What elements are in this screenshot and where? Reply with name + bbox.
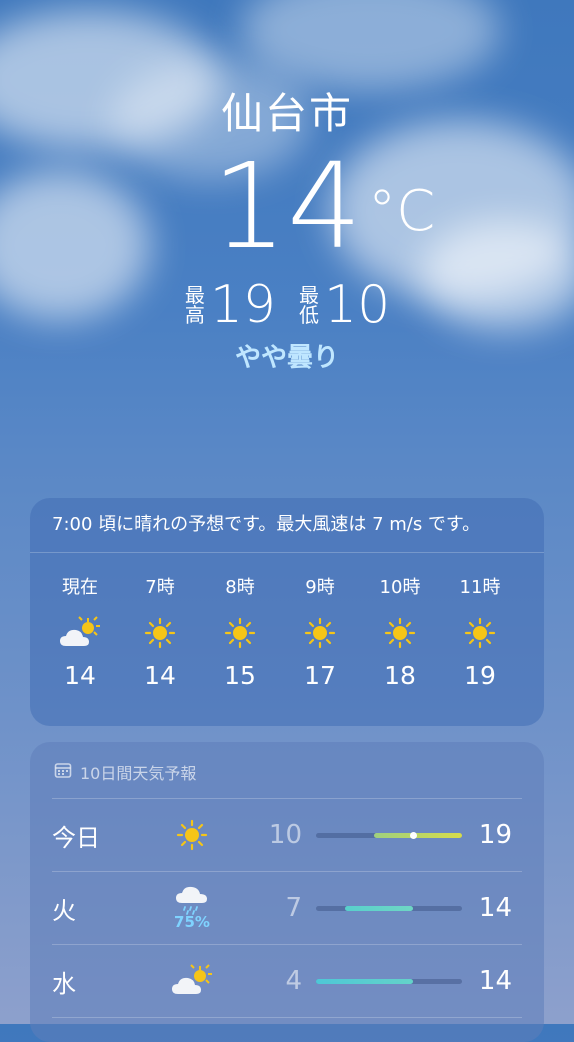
hour-temp: 19 [464,661,496,690]
city-name: 仙台市 [220,89,353,138]
low-value: 10 [324,275,391,335]
hour-temp: 17 [304,661,336,690]
hour-temp: 14 [64,661,96,690]
sun-icon [162,819,222,851]
hour-label: 9時 [305,577,335,598]
high-low: 最高 19 最低 10 [0,275,574,335]
hour-item: 9時 17 [280,553,360,690]
hour-temp: 18 [384,661,416,690]
day-name: 今日 [52,823,100,852]
high-value: 19 [209,275,276,335]
hour-temp: 15 [224,661,256,690]
sun-icon [280,613,360,653]
partly-cloudy-icon [162,964,222,998]
ten-day-header: 10日間天気予報 [52,742,522,799]
hour-label: 8時 [225,577,255,598]
day-high-temp: 19 [478,820,512,850]
rain-cloud-icon: 75% [162,885,222,931]
partly-cloudy-icon [40,613,120,653]
current-temperature: 14 °C [0,147,574,265]
day-name: 水 [52,969,76,998]
temp-range-bar [316,978,462,984]
hour-label: 7時 [145,577,175,598]
hour-item: 7時 14 [120,553,200,690]
day-low-temp: 10 [268,820,302,850]
current-conditions: 仙台市 14 °C 最高 19 最低 10 やや曇り [0,70,574,374]
calendar-icon [54,761,72,783]
current-temp-marker [410,831,418,839]
hour-label: 11時 [459,577,501,598]
ten-day-title: 10日間天気予報 [80,764,197,783]
temp-range-fill [345,905,414,911]
hourly-forecast-card[interactable]: 7:00 頃に晴れの予想です。最大風速は 7 m/s です。 現在 14 7時 … [30,498,544,726]
sun-icon [360,613,440,653]
precipitation-chance: 75% [174,913,210,931]
day-low-temp: 7 [285,893,302,923]
day-name: 火 [52,896,76,925]
day-row[interactable]: 水 4 14 [52,945,522,1018]
hourly-summary: 7:00 頃に晴れの予想です。最大風速は 7 m/s です。 [30,498,544,553]
current-temp-value: 14 [211,137,363,275]
day-high-temp: 14 [478,966,512,996]
hour-label: 10時 [379,577,421,598]
temp-unit: °C [368,179,436,244]
high-label: 最高 [184,283,205,327]
day-low-temp: 4 [285,966,302,996]
temp-range-fill [374,832,462,838]
sun-icon [440,613,520,653]
low-label: 最低 [299,283,319,327]
day-high-temp: 14 [478,893,512,923]
ten-day-forecast-card[interactable]: 10日間天気予報 今日 10 19 火 75% 7 14 水 4 14 [30,742,544,1042]
hour-item: 現在 14 [40,553,120,690]
hour-label: 現在 [62,577,98,598]
hour-item: 10時 18 [360,553,440,690]
temp-range-bar [316,905,462,911]
temp-range-bar [316,831,462,839]
condition-text: やや曇り [234,343,339,373]
day-row[interactable]: 火 75% 7 14 [52,872,522,945]
day-row[interactable]: 今日 10 19 [52,799,522,872]
sun-icon [120,613,200,653]
hour-item: 11時 19 [440,553,520,690]
hour-temp: 14 [144,661,176,690]
sun-icon [200,613,280,653]
temp-range-fill [316,978,414,984]
hourly-list[interactable]: 現在 14 7時 14 8時 15 9時 17 10時 18 11時 19 [30,553,544,690]
hour-item: 8時 15 [200,553,280,690]
